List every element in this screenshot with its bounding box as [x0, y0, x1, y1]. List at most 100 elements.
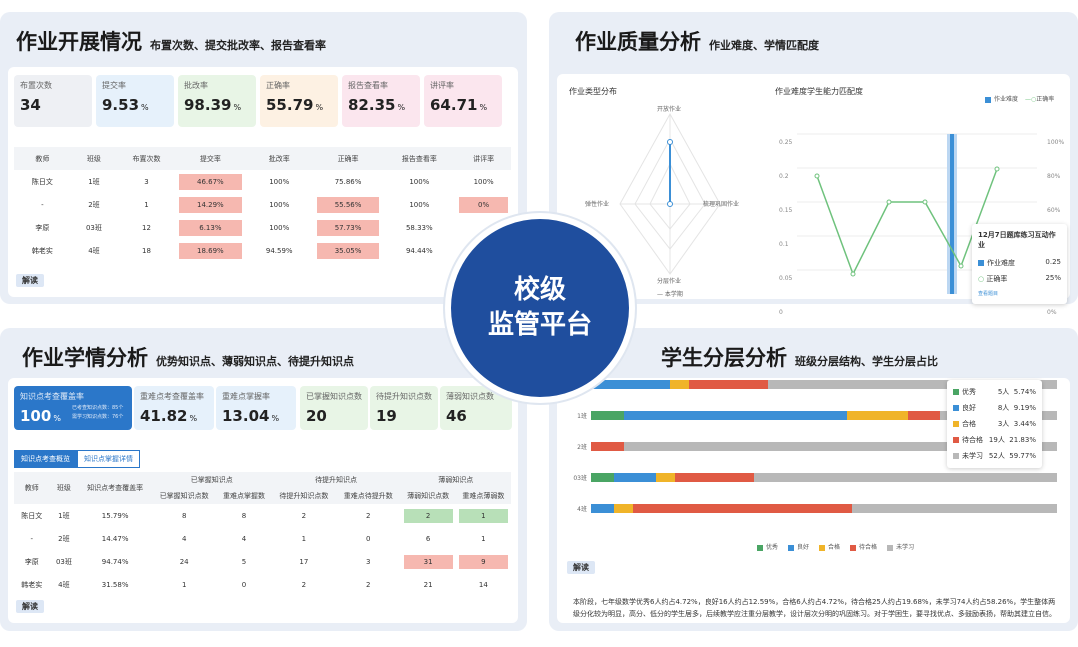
- column-header[interactable]: 布置次数: [117, 147, 176, 170]
- stat-label: 布置次数: [20, 81, 52, 90]
- table-cell: 2: [366, 580, 371, 589]
- stat-card: 提交率 9.53%: [96, 75, 174, 127]
- table-cell: 18: [142, 246, 151, 255]
- panel-subtitle: 班级分层结构、学生分层占比: [795, 355, 938, 368]
- bar-segment: [623, 410, 848, 420]
- tooltip-link[interactable]: 查看题目: [978, 290, 1061, 297]
- bar-segment: [591, 379, 671, 389]
- stat-card: 已掌握知识点数 20: [300, 386, 368, 430]
- table-cell: 2: [301, 511, 307, 520]
- table-cell: 55.56%: [314, 193, 383, 216]
- column-header[interactable]: 提交率: [175, 147, 245, 170]
- table-cell: 2班: [58, 534, 70, 543]
- table-cell: 1班: [88, 177, 100, 186]
- bar-segment: [754, 472, 1057, 482]
- table-row: 韩老实 4班 18 18.69% 94.59% 35.05% 94.44%: [14, 239, 511, 262]
- column-header[interactable]: 重难点待提升数: [336, 488, 401, 504]
- table-cell: 31: [401, 550, 456, 573]
- table-cell: 100%: [269, 177, 290, 186]
- platform-badge-line2: 监管平台: [487, 310, 592, 340]
- platform-badge-line1: 校级: [513, 274, 566, 305]
- stat-value: 34: [20, 96, 41, 114]
- layer-description: 本阶段，七年级数学优秀6人约占4.72%，良好16人约占12.59%，合格6人约…: [573, 598, 1056, 618]
- table-row: 陈日文 1班 3 46.67% 100% 75.86% 100% 100%: [14, 170, 511, 193]
- legend-item[interactable]: 合格: [819, 542, 840, 551]
- y-tick-right: 80%: [1047, 173, 1061, 180]
- stat-value: 19: [376, 407, 397, 425]
- table-cell: 4: [241, 534, 247, 543]
- column-header[interactable]: 已掌握知识点数: [151, 488, 217, 504]
- table-cell: 韩老实: [21, 580, 43, 589]
- table-cell: 2: [366, 511, 371, 520]
- interpret-label: 解读: [567, 561, 595, 574]
- panel-subtitle: 优势知识点、薄弱知识点、待提升知识点: [156, 355, 354, 368]
- table-cell: 100%: [473, 177, 494, 186]
- group-header: 已掌握知识点: [151, 472, 272, 488]
- stat-unit: %: [397, 103, 406, 112]
- legend-item[interactable]: 未学习: [887, 542, 914, 551]
- column-header[interactable]: 薄弱知识点数: [400, 488, 456, 504]
- legend-item[interactable]: 待合格: [850, 542, 877, 551]
- table-cell: 6: [425, 534, 431, 543]
- panel-homework-quality: 作业质量分析 作业难度、学情匹配度 作业类型分布 开放作业 梳理巩固作业 分层作业…: [549, 12, 1078, 316]
- popup-row: 良好 8人 9.19%: [953, 400, 1036, 416]
- table-cell: 4班: [88, 246, 100, 255]
- column-header[interactable]: 报告查看率: [382, 147, 457, 170]
- column-header[interactable]: 待提升知识点数: [271, 488, 337, 504]
- legend-item[interactable]: 良好: [788, 542, 809, 551]
- column-header[interactable]: 教师: [14, 472, 50, 504]
- stat-card: 讲评率 64.71%: [424, 75, 502, 127]
- stat-label: 待提升知识点数: [376, 392, 432, 401]
- y-tick-left: 0.15: [779, 207, 793, 214]
- popup-row: 优秀 5人 5.74%: [953, 384, 1036, 400]
- table-row: 李原 03班 12 6.13% 100% 57.73% 58.33%: [14, 216, 511, 239]
- bar-segment: [614, 472, 657, 482]
- table-cell: 李原: [24, 557, 39, 566]
- stat-value: 82.35: [348, 96, 396, 114]
- column-header[interactable]: 知识点考查覆盖率: [78, 472, 152, 504]
- stat-unit: %: [271, 414, 280, 423]
- table-cell: 12: [142, 223, 151, 232]
- table-cell: 58.33%: [405, 223, 433, 232]
- column-header[interactable]: 正确率: [313, 147, 383, 170]
- panel-homework-progress: 作业开展情况 布置次数、提交批改率、报告查看率 布置次数 34 提交率 9.53% 批改率…: [0, 12, 527, 304]
- tab-knowledge-detail[interactable]: 知识点掌握详情: [77, 450, 140, 468]
- stat-card: 布置次数 34: [14, 75, 92, 127]
- bar-label: 03班: [573, 474, 587, 482]
- column-header[interactable]: 班级: [49, 472, 79, 504]
- platform-badge: 校级 监管平台: [445, 213, 635, 403]
- stat-extra: 需学习知识点数：76个: [72, 414, 124, 420]
- table-cell: 46.67%: [176, 170, 245, 193]
- group-header: 待提升知识点: [271, 472, 401, 488]
- table-row: - 2班 14.47% 4 4 1 0 6 1: [14, 527, 511, 550]
- column-header[interactable]: 重难点薄弱数: [455, 488, 511, 504]
- stat-value: 64.71: [430, 96, 478, 114]
- column-header[interactable]: 重难点掌握数: [216, 488, 272, 504]
- popup-row: 合格 3人 3.44%: [953, 416, 1036, 432]
- radar-legend: — 本学期: [657, 291, 683, 298]
- stat-label: 知识点考查覆盖率: [20, 392, 84, 401]
- table-cell: 21: [423, 580, 433, 589]
- column-header[interactable]: 讲评率: [456, 147, 511, 170]
- column-header[interactable]: 批改率: [244, 147, 314, 170]
- stat-unit: %: [479, 103, 488, 112]
- table-cell: 韩老实: [31, 246, 53, 255]
- table-cell: 18.69%: [176, 239, 245, 262]
- column-header[interactable]: 教师: [14, 147, 71, 170]
- stat-unit: %: [233, 103, 242, 112]
- legend-item[interactable]: 优秀: [757, 542, 778, 551]
- stacked-bar[interactable]: [591, 503, 1057, 513]
- column-header[interactable]: 班级: [70, 147, 117, 170]
- stat-value: 100: [20, 407, 52, 425]
- radar-axis-right: 梳理巩固作业: [703, 201, 740, 208]
- stacked-bar[interactable]: [591, 472, 1057, 482]
- table-cell: 1: [181, 580, 187, 589]
- stat-card: 知识点考查覆盖率 100% 已考查知识点数：85个 需学习知识点数：76个: [14, 386, 132, 430]
- table-cell: 100%: [409, 177, 430, 186]
- tab-knowledge-overview[interactable]: 知识点考查概览: [14, 450, 77, 468]
- stat-value: 41.82: [140, 407, 188, 425]
- popup-row: 未学习 52人 59.77%: [953, 448, 1036, 464]
- panel-title: 作业学情分析: [22, 346, 148, 370]
- stat-value: 98.39: [184, 96, 232, 114]
- table-row: 陈日文 1班 15.79% 8 8 2 2 2 1: [14, 504, 511, 527]
